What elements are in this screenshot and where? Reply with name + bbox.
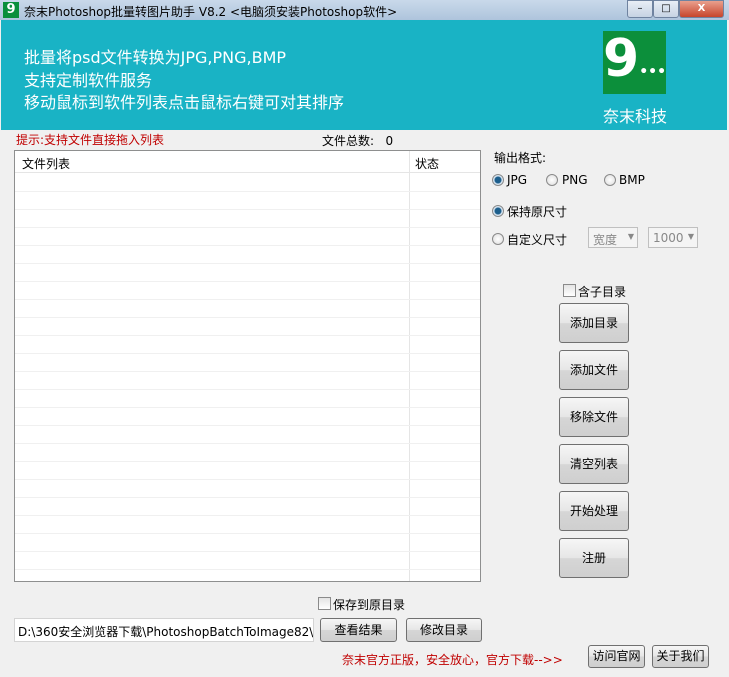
- custom-size-label[interactable]: 自定义尺寸: [507, 231, 567, 248]
- keep-size-label[interactable]: 保持原尺寸: [507, 203, 567, 220]
- file-count-value: 0: [385, 134, 394, 148]
- brand-name: 奈末科技: [603, 107, 668, 126]
- column-header-status[interactable]: 状态: [415, 155, 439, 172]
- table-row: [15, 354, 480, 372]
- include-subdir-label[interactable]: 含子目录: [578, 283, 626, 300]
- output-path-input[interactable]: D:\360安全浏览器下载\PhotoshopBatchToImage82\P: [14, 618, 314, 642]
- clear-list-button[interactable]: 清空列表: [559, 444, 629, 484]
- table-row: [15, 498, 480, 516]
- dimension-value: 宽度: [593, 233, 618, 247]
- table-row: [15, 372, 480, 390]
- table-row: [15, 408, 480, 426]
- table-row: [15, 444, 480, 462]
- register-button[interactable]: 注册: [559, 538, 629, 578]
- visit-website-button[interactable]: 访问官网: [588, 645, 645, 668]
- banner-line: 移动鼠标到软件列表点击鼠标右键可对其排序: [24, 93, 345, 112]
- file-count-label: 文件总数:: [322, 134, 375, 148]
- table-row: [15, 228, 480, 246]
- radio-jpg[interactable]: [492, 174, 504, 186]
- table-row: [15, 300, 480, 318]
- file-list[interactable]: 文件列表 状态: [14, 150, 481, 582]
- about-button[interactable]: 关于我们: [652, 645, 709, 668]
- promo-text: 奈末官方正版，安全放心，官方下载-->>: [342, 653, 563, 667]
- brand-logo: 9•••: [603, 31, 666, 94]
- table-row: [15, 480, 480, 498]
- size-select[interactable]: 1000 ▼: [648, 227, 698, 248]
- maximize-button[interactable]: □: [653, 0, 679, 18]
- table-row: [15, 246, 480, 264]
- radio-bmp[interactable]: [604, 174, 616, 186]
- table-row: [15, 534, 480, 552]
- table-row: [15, 552, 480, 570]
- save-to-original-label[interactable]: 保存到原目录: [333, 596, 405, 613]
- table-row: [15, 264, 480, 282]
- table-row: [15, 210, 480, 228]
- app-icon: 9: [3, 2, 19, 18]
- table-row: [15, 318, 480, 336]
- table-row: [15, 516, 480, 534]
- list-header: 文件列表 状态: [15, 151, 480, 173]
- banner-line: 支持定制软件服务: [24, 71, 153, 90]
- file-count: 文件总数: 0: [322, 132, 393, 149]
- radio-png[interactable]: [546, 174, 558, 186]
- table-row: [15, 462, 480, 480]
- chevron-down-icon: ▼: [687, 232, 694, 241]
- radio-png-label[interactable]: PNG: [562, 173, 588, 187]
- change-directory-button[interactable]: 修改目录: [406, 618, 482, 642]
- window-title: 奈末Photoshop批量转图片助手 V8.2 <电脑须安装Photoshop软…: [24, 5, 398, 19]
- table-row: [15, 174, 480, 192]
- radio-bmp-label[interactable]: BMP: [619, 173, 645, 187]
- radio-keep-size[interactable]: [492, 205, 504, 217]
- size-value: 1000: [653, 231, 684, 245]
- close-button[interactable]: X: [679, 0, 724, 18]
- minimize-button[interactable]: –: [627, 0, 653, 18]
- remove-file-button[interactable]: 移除文件: [559, 397, 629, 437]
- table-row: [15, 426, 480, 444]
- chevron-down-icon: ▼: [627, 232, 634, 241]
- dimension-select[interactable]: 宽度 ▼: [588, 227, 638, 248]
- table-row: [15, 282, 480, 300]
- table-row: [15, 192, 480, 210]
- radio-jpg-label[interactable]: JPG: [507, 173, 527, 187]
- save-to-original-checkbox[interactable]: [318, 597, 331, 610]
- column-header-file[interactable]: 文件列表: [22, 155, 70, 172]
- banner-line: 批量将psd文件转换为JPG,PNG,BMP: [24, 48, 287, 67]
- start-button[interactable]: 开始处理: [559, 491, 629, 531]
- add-file-button[interactable]: 添加文件: [559, 350, 629, 390]
- drag-hint: 提示:支持文件直接拖入列表: [16, 133, 165, 147]
- table-row: [15, 390, 480, 408]
- radio-custom-size[interactable]: [492, 233, 504, 245]
- include-subdir-checkbox[interactable]: [563, 284, 576, 297]
- table-row: [15, 336, 480, 354]
- output-format-label: 输出格式:: [494, 151, 547, 165]
- view-result-button[interactable]: 查看结果: [320, 618, 397, 642]
- add-directory-button[interactable]: 添加目录: [559, 303, 629, 343]
